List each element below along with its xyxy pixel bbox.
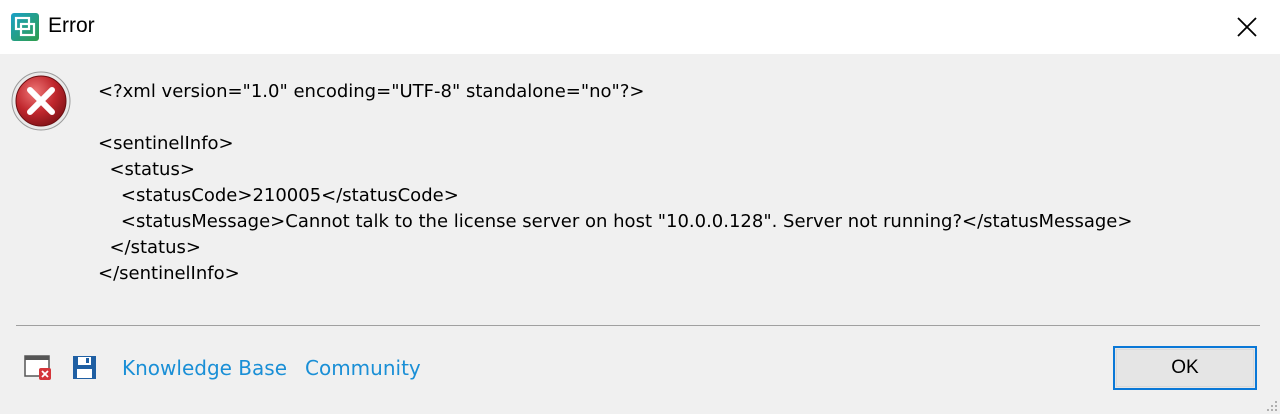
knowledge-base-link[interactable]: Knowledge Base: [122, 355, 287, 381]
message-line: <statusMessage>Cannot talk to the licens…: [98, 211, 1133, 232]
window-error-icon[interactable]: [24, 355, 54, 381]
close-button[interactable]: [1230, 10, 1264, 44]
app-icon: [11, 13, 39, 41]
message-line: <statusCode>210005</statusCode>: [98, 185, 459, 206]
message-line: <status>: [98, 159, 195, 180]
error-icon: [11, 71, 71, 131]
divider: [16, 325, 1260, 326]
message-line: </sentinelInfo>: [98, 263, 240, 284]
message-line: </status>: [98, 237, 201, 258]
error-message: <?xml version="1.0" encoding="UTF-8" sta…: [98, 79, 1132, 287]
ok-button-label: OK: [1171, 357, 1199, 378]
ok-button[interactable]: OK: [1113, 346, 1257, 390]
message-line: <sentinelInfo>: [98, 133, 234, 154]
title-bar: Error: [0, 0, 1280, 54]
community-link[interactable]: Community: [305, 355, 421, 381]
save-icon[interactable]: [72, 355, 98, 381]
message-line: <?xml version="1.0" encoding="UTF-8" sta…: [98, 81, 645, 102]
window-title: Error: [48, 14, 95, 37]
resize-grip-icon[interactable]: [1266, 400, 1278, 412]
dialog-content: <?xml version="1.0" encoding="UTF-8" sta…: [0, 54, 1280, 414]
close-icon: [1237, 17, 1257, 37]
